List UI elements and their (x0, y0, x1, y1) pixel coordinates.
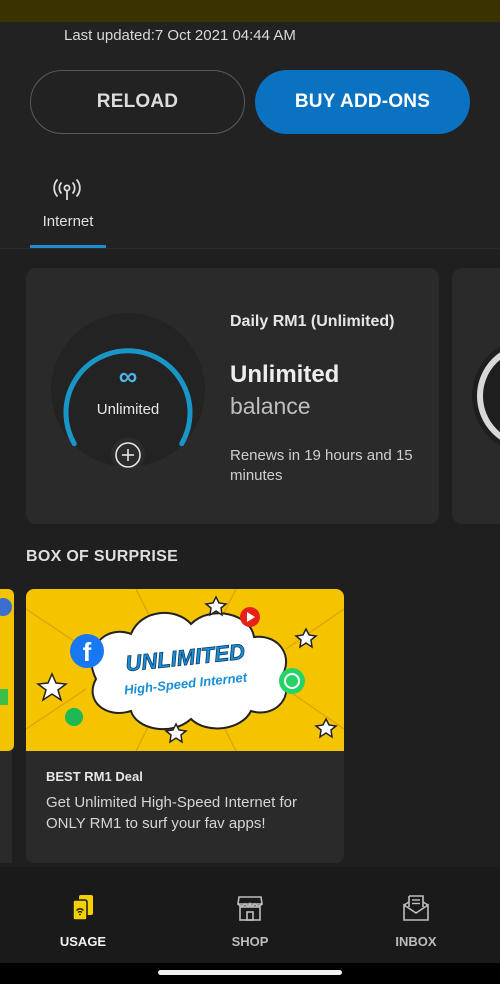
plus-circle-icon (115, 442, 141, 468)
previous-promo-card-body (0, 751, 12, 863)
section-title: BOX OF SURPRISE (26, 548, 179, 565)
next-plan-gauge (472, 346, 500, 446)
renewal-text: Renews in 19 hours and 15 minutes (230, 447, 413, 484)
promo-description: Get Unlimited High-Speed Internet for ON… (46, 794, 297, 832)
nav-shop[interactable]: SHOP (195, 867, 305, 963)
next-plan-card[interactable] (452, 268, 500, 524)
nav-inbox[interactable]: INBOX (361, 867, 471, 963)
infinity-symbol: ∞ (118, 361, 138, 391)
nav-usage-label: USAGE (59, 934, 107, 949)
balance-amount: Unlimited (230, 361, 340, 388)
balance-label: balance (230, 393, 311, 419)
nav-shop-label: SHOP (231, 934, 269, 949)
status-bar-strip (0, 0, 500, 22)
antenna-icon (53, 178, 81, 200)
gauge-label: Unlimited (96, 401, 160, 418)
shop-icon (237, 896, 263, 921)
last-updated-text: Last updated:7 Oct 2021 04:44 AM (64, 27, 296, 44)
nav-inbox-label: INBOX (395, 934, 437, 949)
buy-addons-button[interactable]: BUY ADD-ONS (255, 70, 470, 134)
inbox-icon (403, 895, 429, 921)
svg-text:f: f (83, 637, 92, 667)
nav-usage[interactable]: USAGE (28, 867, 138, 963)
promo-title: BEST RM1 Deal (46, 769, 143, 784)
add-data-button[interactable] (107, 437, 149, 477)
plan-name: Daily RM1 (Unlimited) (230, 313, 395, 330)
previous-promo-card[interactable] (0, 589, 14, 751)
reload-button[interactable]: RELOAD (30, 70, 245, 134)
home-indicator[interactable] (158, 970, 342, 975)
promo-banner-image: UNLIMITED High-Speed Internet f (26, 589, 344, 751)
promo-card[interactable]: UNLIMITED High-Speed Internet f BEST RM1… (26, 589, 344, 863)
tab-internet-label: Internet (42, 213, 94, 230)
usage-icon (72, 895, 93, 921)
bottom-navigation: USAGE SHOP INBOX (0, 867, 500, 963)
tab-internet[interactable]: Internet (30, 172, 106, 248)
